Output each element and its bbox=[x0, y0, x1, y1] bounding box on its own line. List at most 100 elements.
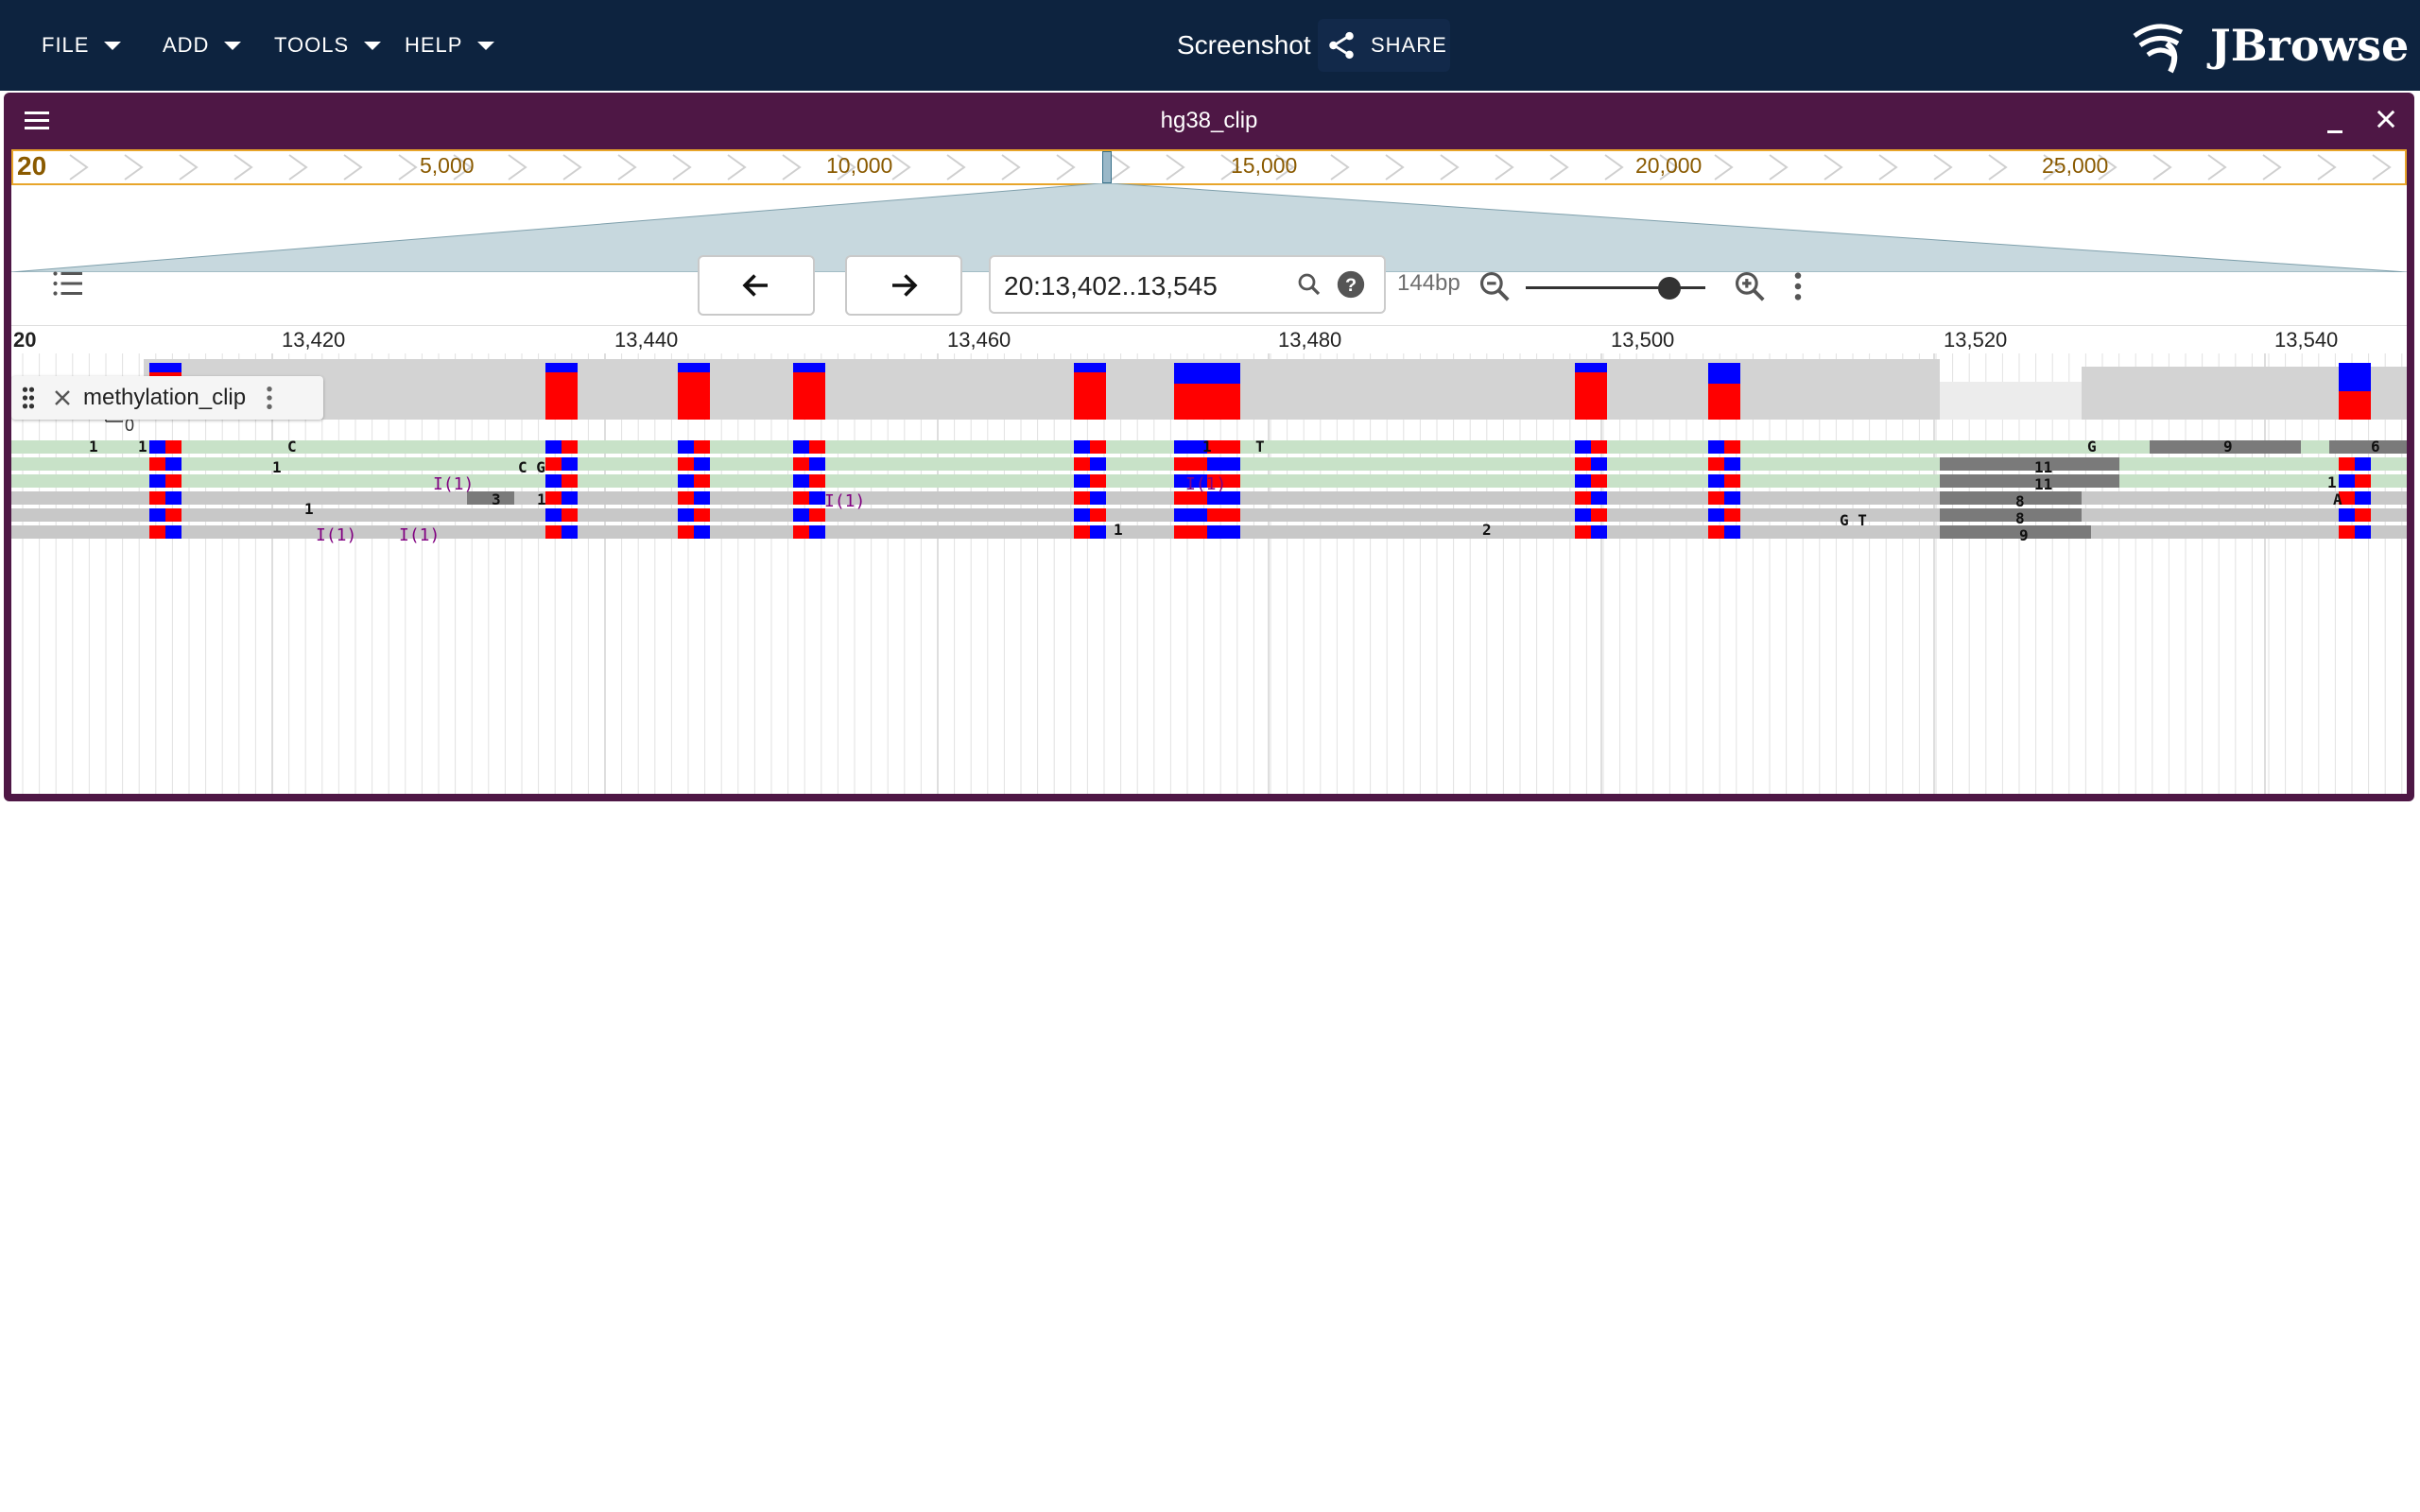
view-title[interactable]: hg38_clip bbox=[4, 108, 2414, 134]
overview-label: 15,000 bbox=[1231, 153, 1298, 178]
location-input[interactable] bbox=[1002, 268, 1289, 304]
file-menu-label: FILE bbox=[42, 33, 90, 57]
overview-viewport-marker[interactable] bbox=[1102, 151, 1112, 183]
methylation-call bbox=[165, 440, 182, 454]
alignments-track-canvas[interactable]: 01 11C1C G3 11 21 TG T11118899G 6A1I(1)I(1) I(… bbox=[11, 353, 2407, 794]
close-track-icon[interactable] bbox=[51, 387, 74, 409]
tools-menu-button[interactable]: TOOLS bbox=[274, 26, 382, 64]
location-search-box[interactable]: ? bbox=[989, 255, 1386, 314]
methylation-call bbox=[793, 508, 809, 522]
methylation-call bbox=[1174, 525, 1207, 539]
soft-clip-block bbox=[2329, 440, 2407, 454]
soft-clip-block bbox=[1940, 508, 2082, 522]
methylation-call bbox=[1090, 474, 1106, 488]
position-ruler[interactable]: 20 13,420 13,440 13,460 13,480 13,500 13… bbox=[11, 325, 2407, 354]
arrow-left-icon bbox=[742, 274, 768, 297]
minimize-icon[interactable] bbox=[2324, 113, 2346, 136]
methylation-call bbox=[809, 491, 825, 505]
methylation-call bbox=[1591, 491, 1607, 505]
drag-handle-icon[interactable] bbox=[19, 385, 38, 411]
insertion-label: I(1) bbox=[433, 474, 474, 494]
scroll-right-button[interactable] bbox=[845, 255, 962, 316]
methylation-coverage-blue bbox=[2339, 363, 2371, 391]
overview-bar[interactable]: 20 5,000 10,000 15,000 20,000 25,000 bbox=[11, 149, 2407, 185]
scroll-left-button[interactable] bbox=[698, 255, 815, 316]
track-menu-icon[interactable] bbox=[263, 385, 276, 411]
methylation-call bbox=[1207, 440, 1240, 454]
read-annotation: C G bbox=[518, 458, 545, 476]
methylation-call bbox=[1207, 525, 1240, 539]
methylation-call bbox=[165, 457, 182, 471]
close-icon[interactable] bbox=[2373, 106, 2399, 132]
methylation-call bbox=[1090, 508, 1106, 522]
session-title[interactable]: Screenshot bbox=[1177, 26, 1311, 64]
help-menu-button[interactable]: HELP bbox=[405, 26, 495, 64]
methylation-call bbox=[165, 525, 182, 539]
track-name: methylation_clip bbox=[83, 385, 247, 410]
read-annotation: 8 bbox=[2015, 492, 2025, 510]
methylation-call bbox=[1174, 457, 1207, 471]
overview-chevron bbox=[508, 154, 527, 180]
methylation-call bbox=[809, 474, 825, 488]
file-menu-button[interactable]: FILE bbox=[42, 26, 122, 64]
read-annotation: 1 bbox=[304, 500, 314, 518]
track-label[interactable]: methylation_clip bbox=[11, 376, 323, 420]
overview-chromosome-label: 20 bbox=[17, 151, 47, 180]
methylation-call bbox=[1074, 457, 1090, 471]
insertion-label: I(1) bbox=[824, 491, 865, 511]
overview-chevron bbox=[946, 154, 966, 180]
overview-chevron bbox=[1111, 154, 1131, 180]
methylation-call bbox=[1090, 440, 1106, 454]
view-header: hg38_clip bbox=[4, 93, 2414, 149]
methylation-call bbox=[793, 457, 809, 471]
overview-chevron bbox=[562, 154, 582, 180]
methylation-call bbox=[694, 457, 710, 471]
overview-chevron bbox=[1988, 154, 2008, 180]
methylation-call bbox=[165, 474, 182, 488]
zoom-slider-thumb[interactable] bbox=[1658, 277, 1681, 300]
methylation-call bbox=[149, 440, 165, 454]
overview-chevron bbox=[179, 154, 199, 180]
methylation-call bbox=[793, 474, 809, 488]
help-icon[interactable]: ? bbox=[1335, 268, 1367, 301]
caret-down-icon bbox=[477, 41, 495, 50]
search-icon[interactable] bbox=[1295, 270, 1323, 299]
methylation-call bbox=[1724, 474, 1740, 488]
methylation-call bbox=[809, 508, 825, 522]
methylation-call bbox=[545, 508, 562, 522]
methylation-call bbox=[1591, 440, 1607, 454]
overview-chevron bbox=[617, 154, 637, 180]
zoom-in-icon[interactable] bbox=[1732, 268, 1768, 304]
read-annotation: 3 bbox=[492, 490, 501, 508]
overview-chevron bbox=[1440, 154, 1460, 180]
methylation-call bbox=[149, 457, 165, 471]
overview-chevron bbox=[1604, 154, 1624, 180]
overview-label: 5,000 bbox=[420, 153, 475, 178]
share-icon bbox=[1329, 31, 1354, 60]
app-bar: FILE ADD TOOLS HELP Screenshot SHARE JBr… bbox=[0, 0, 2420, 91]
zoom-out-icon[interactable] bbox=[1477, 268, 1512, 304]
methylation-call bbox=[1708, 491, 1724, 505]
insertion-label: I(1) bbox=[1185, 474, 1226, 494]
methylation-call bbox=[809, 457, 825, 471]
overview-chevron bbox=[2207, 154, 2227, 180]
overview-chevron bbox=[782, 154, 802, 180]
read-annotation: 1 bbox=[272, 458, 282, 476]
methylation-call bbox=[1575, 508, 1591, 522]
add-menu-button[interactable]: ADD bbox=[163, 26, 242, 64]
methylation-call bbox=[1090, 525, 1106, 539]
ruler-tick-label: 13,520 bbox=[1944, 328, 2008, 352]
track-selector-icon[interactable] bbox=[51, 266, 85, 301]
soft-clip-block bbox=[1940, 457, 2119, 471]
methylation-call bbox=[694, 525, 710, 539]
overview-chevron bbox=[1001, 154, 1021, 180]
methylation-coverage-blue bbox=[678, 363, 710, 372]
share-button[interactable]: SHARE bbox=[1318, 19, 1450, 72]
more-vert-icon[interactable] bbox=[1789, 270, 1807, 302]
methylation-call bbox=[1074, 474, 1090, 488]
methylation-call bbox=[1724, 508, 1740, 522]
overview-chevron bbox=[288, 154, 308, 180]
overview-chevron bbox=[69, 154, 89, 180]
overview-chevron bbox=[233, 154, 253, 180]
read-annotation: 2 bbox=[1482, 521, 1492, 539]
